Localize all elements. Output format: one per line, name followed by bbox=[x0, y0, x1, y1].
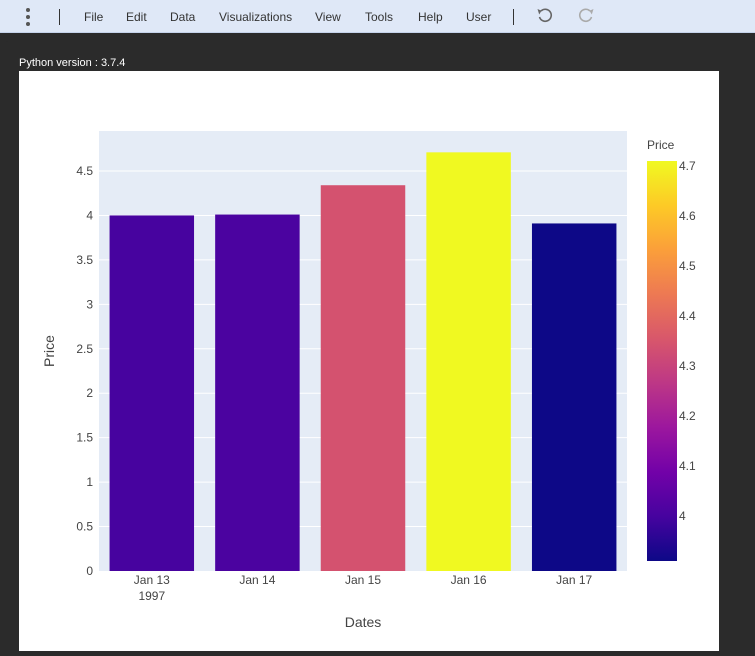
python-version-label: Python version : bbox=[19, 57, 98, 69]
menu-user[interactable]: User bbox=[466, 9, 491, 25]
colorbar-tick-label: 4 bbox=[679, 509, 686, 523]
menu-file[interactable]: File bbox=[84, 9, 103, 25]
chart-container: 0 0.5 1 1.5 2 2.5 3 3.5 4 4.5 Jan 13 Jan 14 Jan 15 Ja… bbox=[19, 71, 719, 651]
menu-tools[interactable]: Tools bbox=[365, 9, 393, 25]
y-tick-label: 3.5 bbox=[76, 253, 93, 267]
python-version: Python version : 3.7.4 bbox=[19, 57, 125, 69]
colorbar bbox=[647, 161, 677, 561]
y-tick-label: 3 bbox=[86, 297, 93, 311]
y-tick-label: 4.5 bbox=[76, 164, 93, 178]
x-tick-label: Jan 15 bbox=[345, 573, 381, 587]
bar-2 bbox=[215, 214, 300, 572]
colorbar-tick-label: 4.7 bbox=[679, 159, 696, 173]
redo-icon[interactable] bbox=[576, 6, 596, 26]
colorbar-tick-label: 4.2 bbox=[679, 409, 696, 423]
y-tick-label: 2.5 bbox=[76, 342, 93, 356]
x-tick-label: Jan 14 bbox=[239, 573, 275, 587]
menu-view[interactable]: View bbox=[315, 9, 341, 25]
menu-separator bbox=[513, 9, 514, 25]
menu-bar: File Edit Data Visualizations View Tools… bbox=[0, 0, 755, 33]
kebab-menu-icon[interactable] bbox=[26, 8, 30, 26]
colorbar-tick-label: 4.1 bbox=[679, 459, 696, 473]
y-tick-label: 1.5 bbox=[76, 431, 93, 445]
y-tick-label: 1 bbox=[86, 475, 93, 489]
y-tick-label: 2 bbox=[86, 386, 93, 400]
y-tick-label: 0 bbox=[86, 564, 93, 578]
bar-3 bbox=[320, 185, 406, 571]
menu-data[interactable]: Data bbox=[170, 9, 195, 25]
x-tick-label: Jan 13 bbox=[134, 573, 170, 587]
menu-separator bbox=[59, 9, 60, 25]
menu-edit[interactable]: Edit bbox=[126, 9, 147, 25]
undo-icon[interactable] bbox=[535, 6, 555, 26]
colorbar-title: Price bbox=[647, 138, 675, 152]
bar-4 bbox=[426, 152, 511, 571]
x-axis-title: Dates bbox=[345, 614, 382, 630]
colorbar-tick-label: 4.4 bbox=[679, 309, 696, 323]
colorbar-tick-label: 4.6 bbox=[679, 209, 696, 223]
x-tick-label: Jan 17 bbox=[556, 573, 592, 587]
bar-5 bbox=[531, 223, 617, 571]
bar-chart[interactable]: 0 0.5 1 1.5 2 2.5 3 3.5 4 4.5 Jan 13 Jan 14 Jan 15 Ja… bbox=[19, 71, 719, 651]
bar-1 bbox=[109, 215, 195, 571]
y-axis-title: Price bbox=[41, 335, 57, 367]
python-version-value: 3.7.4 bbox=[100, 57, 126, 69]
x-tick-sublabel: 1997 bbox=[138, 589, 165, 603]
x-tick-label: Jan 16 bbox=[451, 573, 487, 587]
y-tick-label: 4 bbox=[86, 208, 93, 222]
menu-visualizations[interactable]: Visualizations bbox=[219, 9, 292, 25]
colorbar-tick-label: 4.3 bbox=[679, 359, 696, 373]
colorbar-tick-label: 4.5 bbox=[679, 259, 696, 273]
menu-help[interactable]: Help bbox=[418, 9, 443, 25]
y-tick-label: 0.5 bbox=[76, 520, 93, 534]
